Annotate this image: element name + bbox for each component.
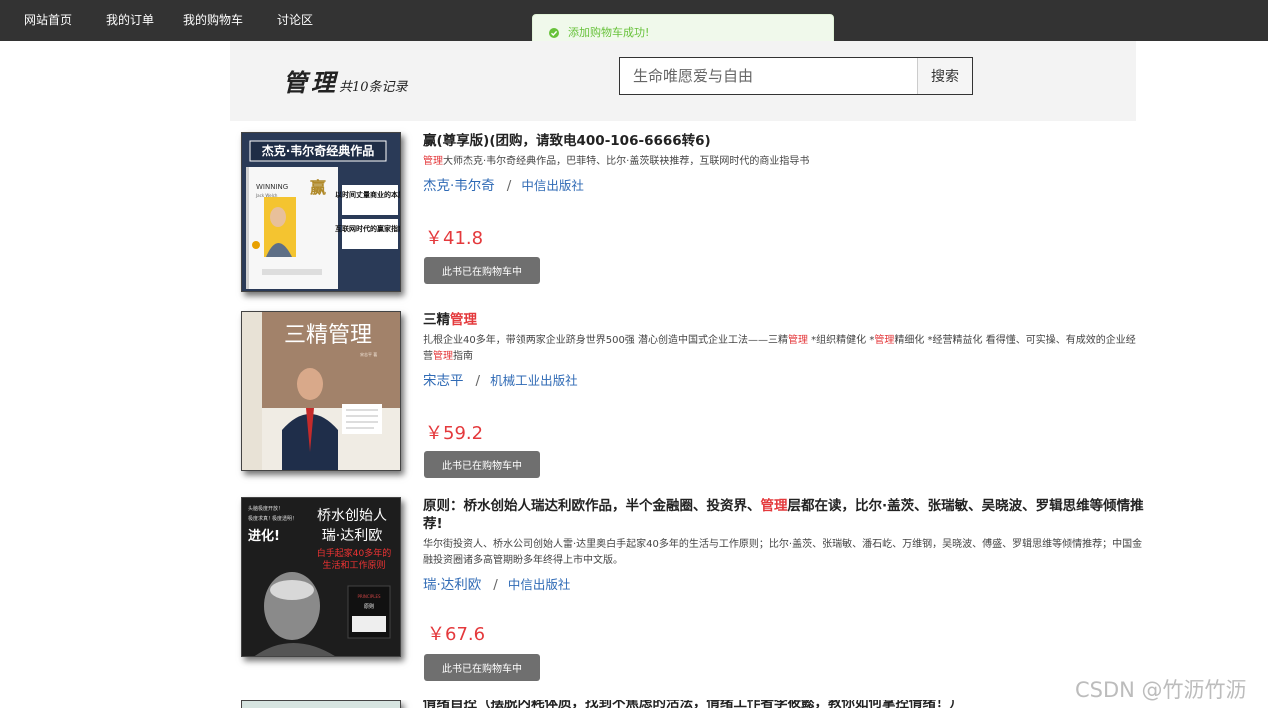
- in-cart-button[interactable]: 此书已在购物车中: [424, 451, 540, 478]
- book-publisher-link[interactable]: 机械工业出版社: [490, 373, 578, 388]
- book-meta: 瑞·达利欧 / 中信出版社: [423, 577, 571, 593]
- in-cart-button[interactable]: 此书已在购物车中: [424, 257, 540, 284]
- book-title[interactable]: 三精管理: [423, 311, 1145, 329]
- svg-text:极度求真！: 极度求真！: [248, 515, 273, 522]
- book-description: 扎根企业40多年，带领两家企业跻身世界500强 潜心创造中国式企业工法——三精管…: [423, 335, 1136, 362]
- success-check-icon: [549, 28, 559, 38]
- record-count: 共10条记录: [339, 80, 408, 95]
- svg-text:原则: 原则: [364, 603, 374, 610]
- svg-text:宋志平 著: 宋志平 著: [360, 351, 377, 357]
- book-cover-image[interactable]: 头脑极度开放！ 极度求真！ 极度透明！ 进化! 桥水创始人 瑞·达利欧 白手起家…: [241, 497, 401, 657]
- svg-text:桥水创始人: 桥水创始人: [317, 508, 387, 524]
- search-input[interactable]: [620, 58, 917, 94]
- book-meta: 宋志平 / 机械工业出版社: [423, 373, 578, 389]
- book-price: ￥59.2: [425, 423, 484, 444]
- book-meta: 杰克·韦尔奇 / 中信出版社: [423, 178, 584, 194]
- book-price: ￥41.8: [425, 228, 484, 249]
- csdn-watermark: CSDN @竹沥竹沥: [1075, 678, 1247, 702]
- search-button[interactable]: 搜索: [917, 58, 972, 94]
- book-description: 华尔街投资人、桥水公司创始人雷·达里奥白手起家40多年的生活与工作原则；比尔·盖…: [423, 539, 1143, 566]
- book-description: 管理大师杰克·韦尔奇经典作品，巴菲特、比尔·盖茨联袂推荐，互联网时代的商业指导书: [423, 156, 810, 167]
- category-title: 管理: [283, 68, 339, 97]
- book-item: 杰克·韦尔奇经典作品 WINNING Jack Welch 赢 以时间丈量商业的…: [241, 132, 1146, 302]
- book-item: 头脑极度开放！ 极度求真！ 极度透明！ 进化! 桥水创始人 瑞·达利欧 白手起家…: [241, 497, 1146, 687]
- book-info: 情绪自控（摆脱内耗体质，找到不焦虑的活法，情绪工作者李筱懿，教你如何掌控情绪！）: [423, 700, 1145, 708]
- svg-text:生活和工作原则: 生活和工作原则: [322, 559, 385, 571]
- book-publisher-link[interactable]: 中信出版社: [521, 178, 584, 193]
- book-item: 三精管理 宋志平 著 三精管理 扎根企业40多年，带领两家企业跻身世界500强 …: [241, 311, 1146, 481]
- svg-text:WINNING: WINNING: [256, 183, 288, 191]
- nav-forum-link[interactable]: 讨论区: [277, 0, 313, 41]
- book-author-link[interactable]: 瑞·达利欧: [423, 577, 481, 593]
- book-info: 三精管理 扎根企业40多年，带领两家企业跻身世界500强 潜心创造中国式企业工法…: [423, 311, 1145, 391]
- book-publisher-link[interactable]: 中信出版社: [508, 577, 571, 592]
- search-box: 搜索: [619, 57, 973, 95]
- svg-text:瑞·达利欧: 瑞·达利欧: [322, 528, 382, 544]
- list-header: 管理共10条记录 搜索: [230, 41, 1136, 121]
- book-item: 情绪自控（摆脱内耗体质，找到不焦虑的活法，情绪工作者李筱懿，教你如何掌控情绪！）: [241, 700, 1146, 708]
- book-info: 赢(尊享版)(团购，请致电400-106-6666转6) 管理大师杰克·韦尔奇经…: [423, 132, 1145, 196]
- nav-orders-link[interactable]: 我的订单: [106, 0, 154, 41]
- in-cart-button[interactable]: 此书已在购物车中: [424, 654, 540, 681]
- svg-text:极度透明！: 极度透明！: [272, 515, 297, 522]
- book-cover-image[interactable]: 三精管理 宋志平 著: [241, 311, 401, 471]
- book-title[interactable]: 赢(尊享版)(团购，请致电400-106-6666转6): [423, 132, 1145, 150]
- book-price: ￥67.6: [427, 624, 486, 645]
- book-cover-image[interactable]: 杰克·韦尔奇经典作品 WINNING Jack Welch 赢 以时间丈量商业的…: [241, 132, 401, 292]
- book-info: 原则：桥水创始人瑞达利欧作品，半个金融圈、投资界、管理层都在读，比尔·盖茨、张瑞…: [423, 497, 1145, 595]
- svg-text:以时间丈量商业的本质: 以时间丈量商业的本质: [335, 190, 401, 199]
- book-cover-image[interactable]: [241, 700, 401, 708]
- svg-text:白手起家40多年的: 白手起家40多年的: [317, 547, 391, 559]
- svg-text:赢: 赢: [310, 178, 326, 197]
- svg-text:头脑极度开放！: 头脑极度开放！: [248, 505, 283, 512]
- cover-banner: 杰克·韦尔奇经典作品: [262, 143, 375, 158]
- book-author-link[interactable]: 杰克·韦尔奇: [423, 178, 495, 194]
- toast-message: 添加购物车成功!: [568, 26, 650, 39]
- book-title[interactable]: 情绪自控（摆脱内耗体质，找到不焦虑的活法，情绪工作者李筱懿，教你如何掌控情绪！）: [423, 700, 1145, 708]
- svg-text:PRINCIPLES: PRINCIPLES: [357, 594, 381, 599]
- book-author-link[interactable]: 宋志平: [423, 373, 464, 389]
- nav-cart-link[interactable]: 我的购物车: [183, 0, 243, 41]
- nav-home-link[interactable]: 网站首页: [24, 0, 72, 41]
- page-title: 管理共10条记录: [283, 63, 408, 98]
- book-title[interactable]: 原则：桥水创始人瑞达利欧作品，半个金融圈、投资界、管理层都在读，比尔·盖茨、张瑞…: [423, 497, 1145, 533]
- svg-text:互联网时代的赢家指南: 互联网时代的赢家指南: [335, 224, 401, 233]
- cover-title: 三精管理: [284, 323, 372, 348]
- svg-text:进化!: 进化!: [248, 528, 280, 544]
